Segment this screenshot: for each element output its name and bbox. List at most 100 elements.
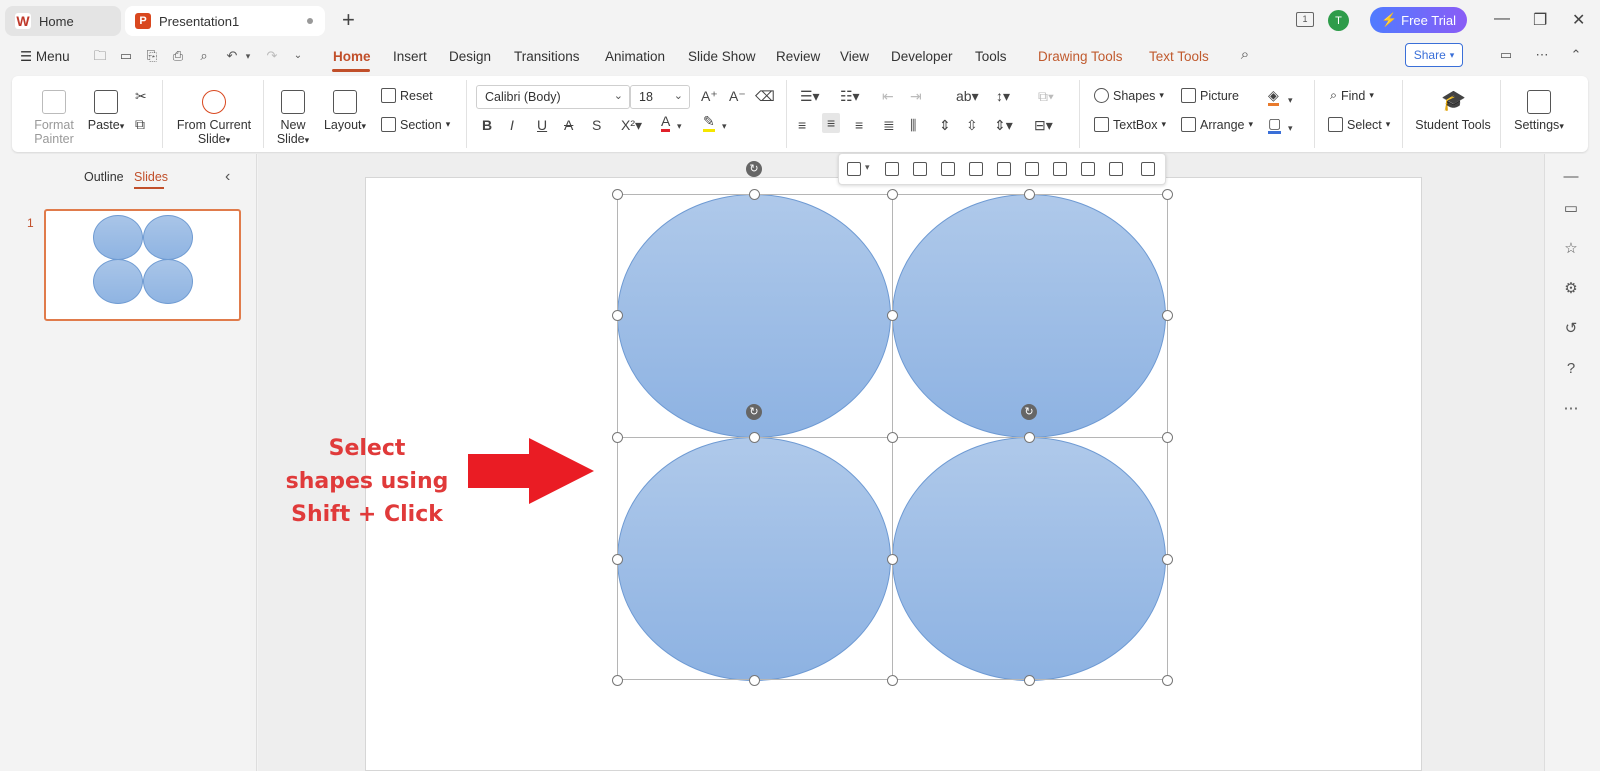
paste-button[interactable]: Paste▾ (84, 90, 128, 133)
highlight-icon[interactable]: ✎ (703, 114, 715, 132)
decrease-font-icon[interactable]: A⁻ (729, 88, 746, 104)
history-icon[interactable]: ↺ (1562, 320, 1580, 338)
cut-icon[interactable]: ✂ (135, 88, 147, 104)
numbering-icon[interactable]: ☷▾ (840, 88, 860, 104)
decrease-indent-icon[interactable]: ⇤ (882, 88, 894, 104)
bullets-icon[interactable]: ☰▾ (800, 88, 820, 104)
more-options-icon[interactable]: ⋯ (1534, 47, 1550, 63)
find-button[interactable]: ⌕ Find ▾ (1330, 88, 1374, 103)
textbox-button[interactable]: TextBox ▾ (1094, 117, 1166, 132)
tab-review[interactable]: Review (776, 49, 820, 64)
tab-tools[interactable]: Tools (975, 49, 1007, 64)
minimize-pane-icon[interactable]: — (1562, 168, 1580, 186)
chevron-down-icon[interactable]: ▾ (722, 118, 727, 134)
strikethrough-icon[interactable]: A (564, 117, 573, 133)
tab-drawing-tools[interactable]: Drawing Tools (1038, 49, 1123, 64)
chevron-down-icon[interactable]: ▾ (1288, 92, 1293, 108)
undo-dropdown-icon[interactable]: ▾ (240, 48, 256, 64)
clear-format-icon[interactable]: ⌫ (755, 88, 775, 104)
more-icon[interactable]: ⋯ (1562, 400, 1580, 418)
picture-button[interactable]: Picture (1181, 88, 1239, 103)
italic-icon[interactable]: I (510, 117, 514, 133)
superscript-icon[interactable]: X²▾ (621, 117, 642, 133)
resize-handle[interactable] (611, 553, 623, 565)
tab-slide-show[interactable]: Slide Show (688, 49, 756, 64)
resize-handle[interactable] (748, 674, 760, 686)
text-shadow-icon[interactable]: S (592, 117, 601, 133)
help-icon[interactable]: ? (1562, 360, 1580, 378)
layout-button[interactable]: Layout▾ (320, 90, 370, 133)
bold-icon[interactable]: B (482, 117, 492, 133)
spacing-options-icon[interactable]: ⇕▾ (994, 117, 1013, 133)
justify-icon[interactable]: ≣ (883, 117, 895, 133)
section-button[interactable]: Section ▾ (381, 117, 450, 132)
resize-handle[interactable] (748, 188, 760, 200)
resize-handle[interactable] (611, 188, 623, 200)
resize-handle[interactable] (1161, 188, 1173, 200)
resize-handle[interactable] (611, 309, 623, 321)
arrange-button[interactable]: Arrange ▾ (1181, 117, 1253, 132)
shapes-button[interactable]: Shapes ▾ (1094, 88, 1164, 103)
align-middle-icon[interactable] (997, 162, 1011, 176)
comments-pane-icon[interactable]: ▭ (1562, 200, 1580, 218)
align-left-icon[interactable] (885, 162, 899, 176)
free-trial-button[interactable]: ⚡ Free Trial (1370, 7, 1467, 33)
undo-icon[interactable]: ↶ (224, 48, 240, 64)
rotate-handle-icon[interactable]: ↻ (746, 404, 762, 420)
group-icon[interactable] (1141, 162, 1155, 176)
resize-handle[interactable] (886, 309, 898, 321)
tab-outline[interactable]: Outline (84, 170, 124, 184)
increase-font-icon[interactable]: A⁺ (701, 88, 718, 104)
font-size-select[interactable]: 18 ⌄ (630, 85, 690, 109)
minimize-icon[interactable]: — (1494, 10, 1510, 28)
resize-handle[interactable] (886, 188, 898, 200)
collapse-ribbon-icon[interactable]: ⌃ (1568, 47, 1584, 63)
rotate-handle-icon[interactable]: ↻ (746, 161, 762, 177)
from-current-slide-button[interactable]: From Current Slide▾ (172, 90, 256, 147)
tab-presentation[interactable]: P Presentation1 (125, 6, 325, 36)
star-icon[interactable]: ☆ (1562, 240, 1580, 258)
tab-view[interactable]: View (840, 49, 869, 64)
tab-slides[interactable]: Slides (134, 170, 168, 184)
redo-icon[interactable]: ↷ (264, 48, 280, 64)
resize-handle[interactable] (1023, 674, 1035, 686)
text-align-vertical-icon[interactable]: ⊟▾ (1034, 117, 1053, 133)
fill-color-icon[interactable]: ◈ (1268, 88, 1279, 106)
student-tools-button[interactable]: 🎓 Student Tools (1412, 90, 1494, 132)
tab-home-ribbon[interactable]: Home (333, 49, 371, 64)
format-object-icon[interactable] (847, 162, 861, 176)
chevron-down-icon[interactable]: ▾ (865, 162, 870, 173)
new-tab-button[interactable]: + (342, 9, 355, 31)
resize-handle[interactable] (1023, 188, 1035, 200)
share-button[interactable]: Share ▾ (1405, 43, 1463, 67)
page-view-icon[interactable]: 1 (1296, 12, 1314, 27)
outline-color-icon[interactable]: ▢ (1268, 116, 1282, 134)
convert-smartart-icon[interactable]: ⧉▾ (1038, 88, 1054, 104)
font-name-select[interactable]: Calibri (Body) ⌄ (476, 85, 630, 109)
menu-button[interactable]: ☰ Menu (20, 49, 70, 65)
line-spacing-icon[interactable]: ⇕ (939, 117, 951, 133)
text-direction-icon[interactable]: ab▾ (956, 88, 979, 104)
paragraph-spacing-icon[interactable]: ⇳ (966, 117, 978, 133)
distribute-icon[interactable]: ⫼ (910, 117, 916, 133)
tab-developer[interactable]: Developer (891, 49, 953, 64)
resize-handle[interactable] (1161, 431, 1173, 443)
search-icon[interactable]: ⌕ (1237, 47, 1253, 63)
select-button[interactable]: Select ▾ (1328, 117, 1390, 132)
align-left-icon[interactable]: ≡ (798, 117, 806, 133)
align-right-icon[interactable] (941, 162, 955, 176)
rotate-handle-icon[interactable]: ↻ (1021, 404, 1037, 420)
resize-handle[interactable] (611, 674, 623, 686)
align-top-icon[interactable] (969, 162, 983, 176)
distribute-horizontal-icon[interactable] (1081, 162, 1095, 176)
distribute-grid-icon[interactable] (1053, 162, 1067, 176)
resize-handle[interactable] (886, 553, 898, 565)
print-preview-icon[interactable]: ⌕ (196, 48, 212, 64)
print-icon[interactable]: ⎙ (170, 48, 186, 64)
font-color-icon[interactable]: A (661, 114, 671, 132)
settings-button[interactable]: Settings▾ (1508, 90, 1570, 133)
resize-handle[interactable] (611, 431, 623, 443)
tab-transitions[interactable]: Transitions (514, 49, 580, 64)
quick-access-more-icon[interactable]: ⌄ (290, 48, 306, 64)
align-right-icon[interactable]: ≡ (855, 117, 863, 133)
